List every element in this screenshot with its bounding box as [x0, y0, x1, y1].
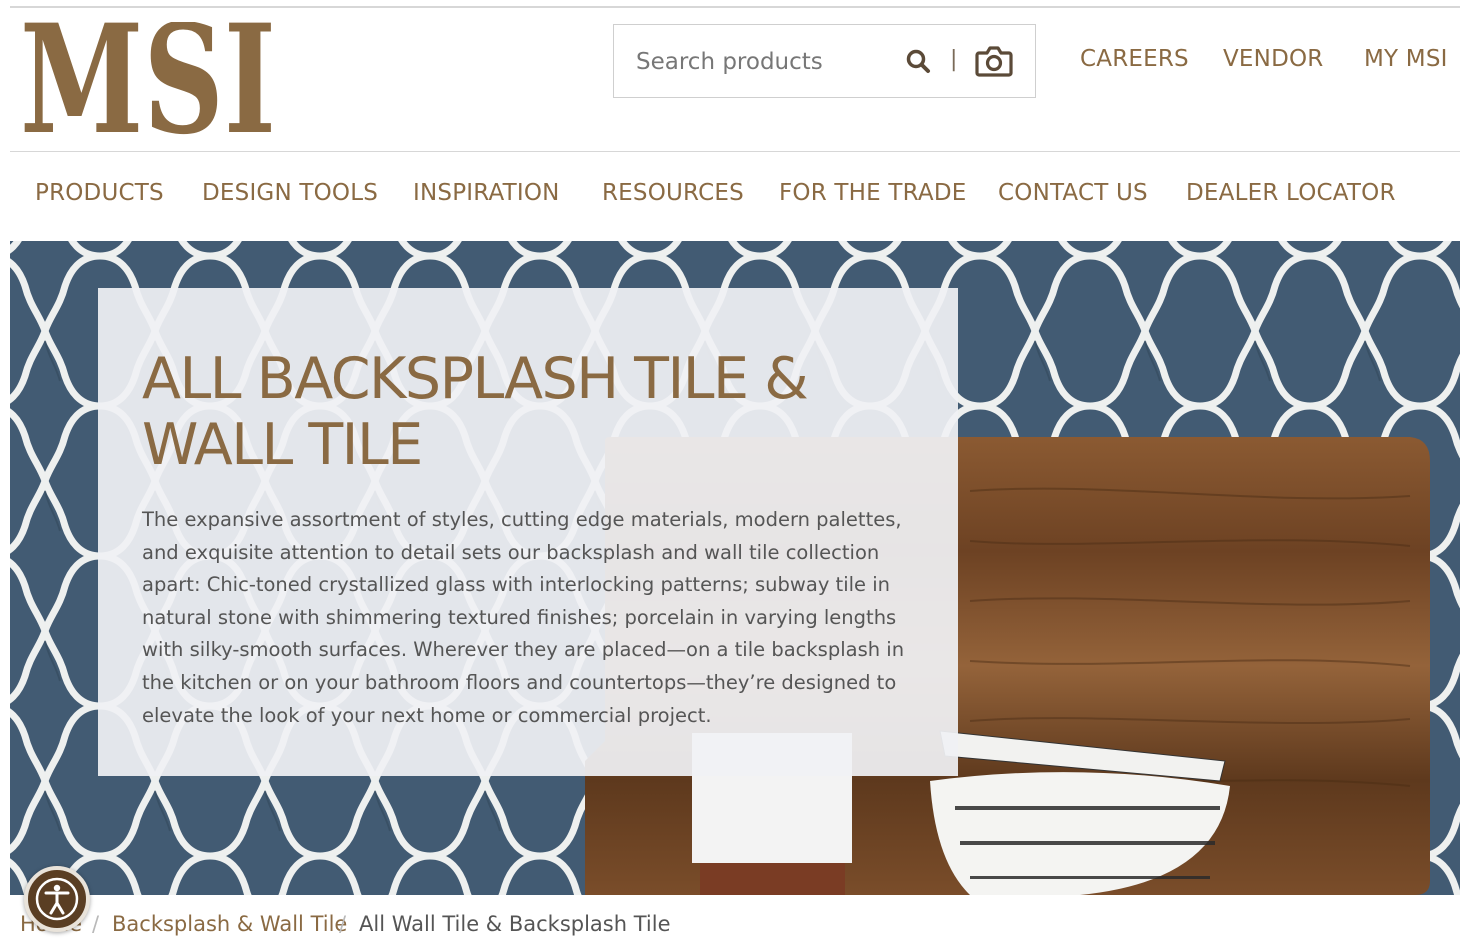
- nav-products[interactable]: PRODUCTS: [35, 180, 164, 206]
- main-nav: PRODUCTS DESIGN TOOLS INSPIRATION RESOUR…: [0, 180, 1460, 220]
- hero-description: The expansive assortment of styles, cutt…: [142, 508, 905, 727]
- breadcrumb-backsplash-wall-tile[interactable]: Backsplash & Wall Tile: [112, 912, 347, 936]
- breadcrumb-separator: /: [339, 912, 347, 936]
- utility-nav: CAREERS VENDOR MY MSI: [0, 46, 1460, 80]
- hero-banner: ALL BACKSPLASH TILE & WALL TILE The expa…: [10, 241, 1460, 895]
- careers-link[interactable]: CAREERS: [1080, 46, 1189, 72]
- breadcrumb-current: All Wall Tile & Backsplash Tile: [359, 912, 671, 936]
- nav-resources[interactable]: RESOURCES: [602, 180, 744, 206]
- hero-text-panel: ALL BACKSPLASH TILE & WALL TILE The expa…: [98, 288, 958, 776]
- breadcrumb-separator: /: [92, 912, 100, 936]
- site-header: MSI | CAREERS VENDOR MY MSI: [0, 0, 1460, 168]
- accessibility-button[interactable]: [24, 866, 90, 932]
- nav-dealer-locator[interactable]: DEALER LOCATOR: [1186, 180, 1396, 206]
- nav-design-tools[interactable]: DESIGN TOOLS: [202, 180, 378, 206]
- hero-title: ALL BACKSPLASH TILE & WALL TILE: [142, 346, 809, 478]
- nav-contact-us[interactable]: CONTACT US: [998, 180, 1148, 206]
- nav-for-the-trade[interactable]: FOR THE TRADE: [779, 180, 967, 206]
- vendor-link[interactable]: VENDOR: [1223, 46, 1323, 72]
- accessibility-icon: [35, 877, 79, 921]
- nav-inspiration[interactable]: INSPIRATION: [413, 180, 560, 206]
- my-msi-link[interactable]: MY MSI: [1364, 46, 1448, 72]
- header-divider: [10, 151, 1460, 152]
